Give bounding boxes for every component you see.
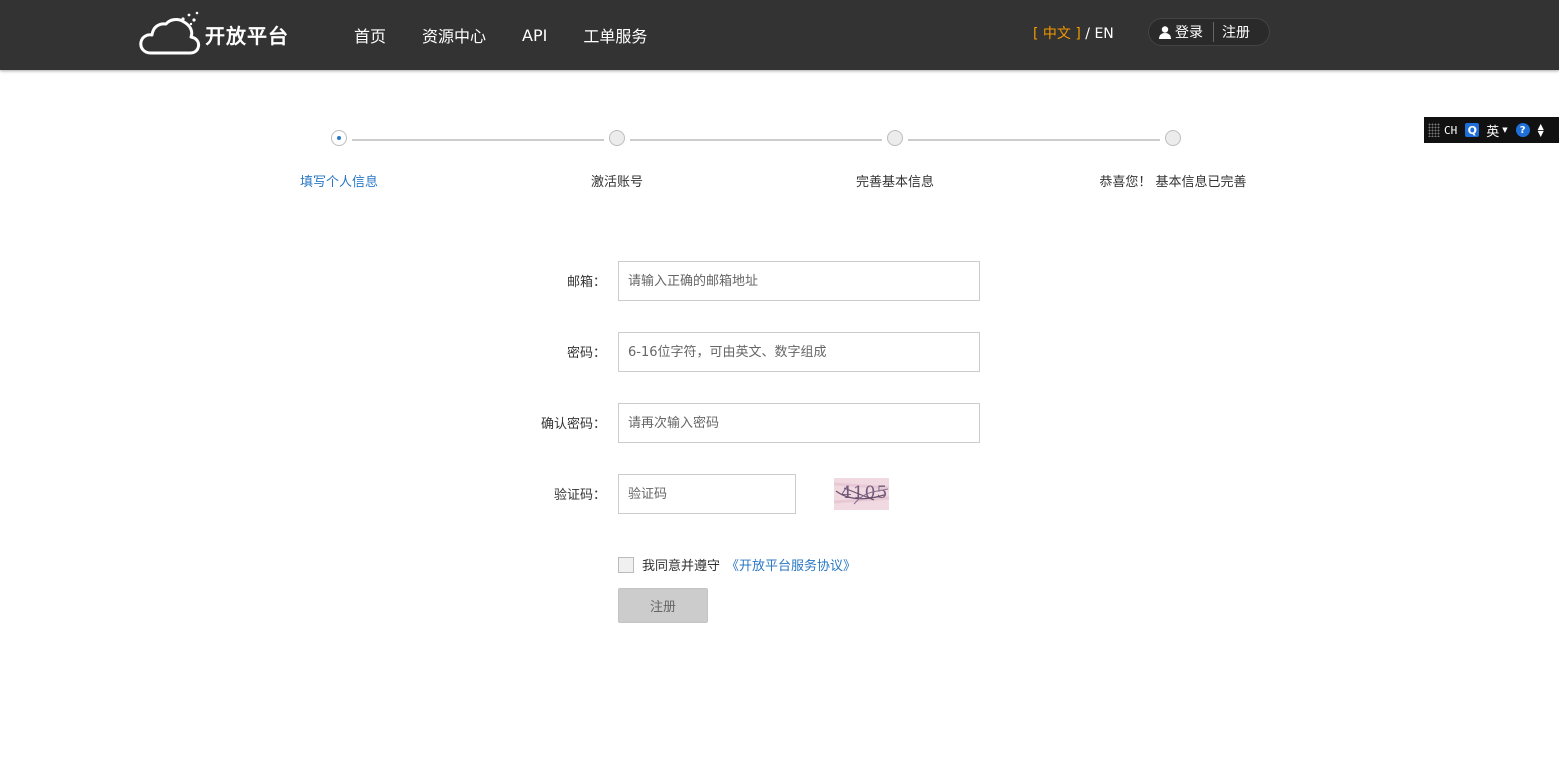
agree-checkbox[interactable] <box>618 556 634 573</box>
step-marker <box>887 130 903 146</box>
step-connector <box>352 139 604 141</box>
step-marker <box>609 130 625 146</box>
service-agreement-link[interactable]: 《开放平台服务协议》 <box>726 555 856 574</box>
email-field[interactable] <box>618 261 980 301</box>
agreement-row: 我同意并遵守 《开放平台服务协议》 <box>618 555 856 574</box>
password-field[interactable] <box>618 332 980 372</box>
captcha-text: 4105 <box>841 483 888 503</box>
step-connector <box>908 139 1160 141</box>
step-connector <box>630 139 882 141</box>
captcha-row: 验证码： 4105 <box>0 474 1559 514</box>
register-submit-button[interactable]: 注册 <box>618 588 708 623</box>
step-label-complete-info: 完善基本信息 <box>855 175 935 190</box>
password-row: 密码： <box>0 332 1559 372</box>
confirm-password-label: 确认密码： <box>540 417 606 432</box>
captcha-image[interactable]: 4105 <box>834 478 889 510</box>
email-row: 邮箱： <box>0 261 1559 301</box>
email-label: 邮箱： <box>566 275 606 290</box>
step-marker <box>1165 130 1181 146</box>
password-label: 密码： <box>566 346 606 361</box>
step-marker-active <box>331 130 347 146</box>
step-label-fill-info: 填写个人信息 <box>299 175 379 190</box>
registration-steps: 填写个人信息 激活账号 完善基本信息 恭喜您！ 基本信息已完善 <box>0 0 1559 200</box>
confirm-password-row: 确认密码： <box>0 403 1559 443</box>
captcha-field[interactable] <box>618 474 796 514</box>
step-label-activate: 激活账号 <box>590 175 644 190</box>
agree-text: 我同意并遵守 <box>642 559 721 574</box>
confirm-password-field[interactable] <box>618 403 980 443</box>
step-label-done: 恭喜您！ 基本信息已完善 <box>1099 175 1247 190</box>
captcha-label: 验证码： <box>553 488 606 503</box>
